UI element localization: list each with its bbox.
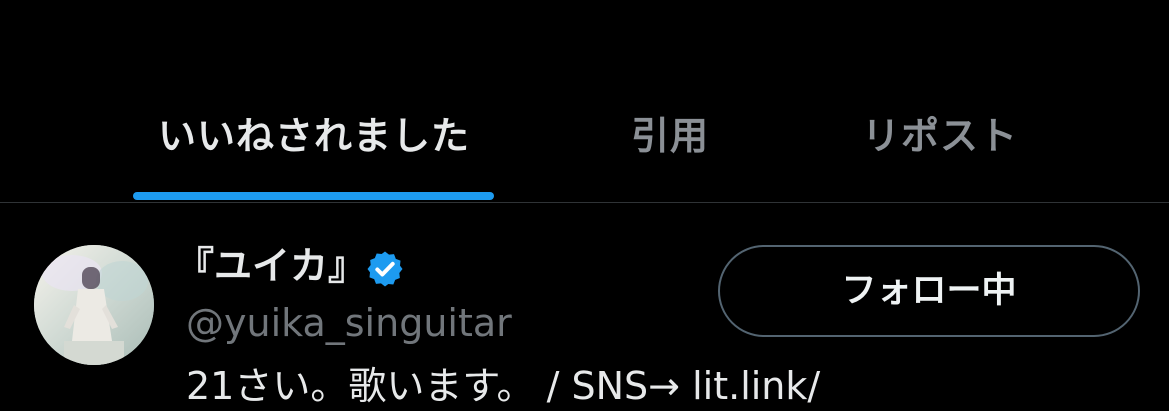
display-name[interactable]: 『ユイカ』 [176, 241, 366, 291]
notification-tabs: いいねされました 引用 リポスト [0, 0, 1169, 202]
active-tab-indicator [133, 192, 494, 200]
tab-liked[interactable]: いいねされました [134, 108, 494, 164]
user-list-item[interactable]: 『ユイカ』 @yuika_singuitar フォロー中 21さい。歌います。 … [0, 203, 1169, 408]
tab-reposts[interactable]: リポスト [830, 108, 1050, 164]
tab-quotes[interactable]: 引用 [600, 108, 740, 164]
verified-badge-icon [367, 251, 403, 287]
user-handle[interactable]: @yuika_singuitar [186, 298, 512, 348]
user-bio: 21さい。歌います。 / SNS→ lit.link/ [186, 364, 821, 408]
avatar[interactable] [34, 245, 154, 365]
avatar-image [34, 245, 154, 365]
following-button[interactable]: フォロー中 [718, 245, 1140, 337]
